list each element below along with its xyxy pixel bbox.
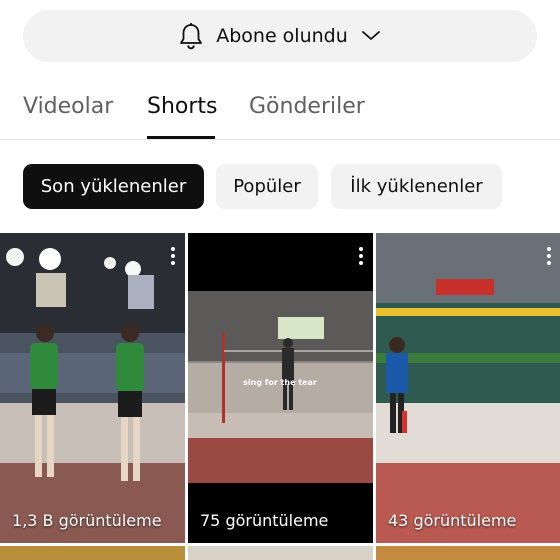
chip-latest[interactable]: Son yüklenenler <box>23 164 204 209</box>
tabs-divider <box>0 139 560 140</box>
next-row-thumbnails <box>0 546 560 560</box>
tab-shorts[interactable]: Shorts <box>147 94 218 119</box>
short-thumbnail: sing for the tear <box>188 233 373 543</box>
chip-oldest[interactable]: İlk yüklenenler <box>331 164 502 209</box>
more-options-icon[interactable] <box>359 247 363 265</box>
short-view-count: 43 görüntüleme <box>388 511 517 530</box>
short-card[interactable]: sing for the tear 75 görüntüleme <box>188 233 373 543</box>
subscribed-label: Abone olundu <box>216 25 348 47</box>
short-thumbnail <box>376 233 560 543</box>
chip-popular[interactable]: Popüler <box>216 164 318 209</box>
tab-videos[interactable]: Videolar <box>23 94 113 119</box>
more-options-icon[interactable] <box>171 247 175 265</box>
video-overlay-text: sing for the tear <box>243 378 317 387</box>
short-card[interactable]: 43 görüntüleme <box>376 233 560 543</box>
more-options-icon[interactable] <box>547 247 551 265</box>
chevron-down-icon <box>360 29 382 43</box>
short-thumbnail <box>0 233 185 543</box>
short-view-count: 75 görüntüleme <box>200 511 329 530</box>
tab-posts[interactable]: Gönderiler <box>249 94 365 119</box>
short-card[interactable]: 1,3 B görüntüleme <box>0 233 185 543</box>
short-view-count: 1,3 B görüntüleme <box>12 511 162 530</box>
bell-icon <box>178 22 204 50</box>
channel-tabs: Videolar Shorts Gönderiler <box>0 86 560 138</box>
shorts-grid: 1,3 B görüntüleme sing for the tear 75 g… <box>0 233 560 543</box>
subscribed-button[interactable]: Abone olundu <box>23 10 537 62</box>
